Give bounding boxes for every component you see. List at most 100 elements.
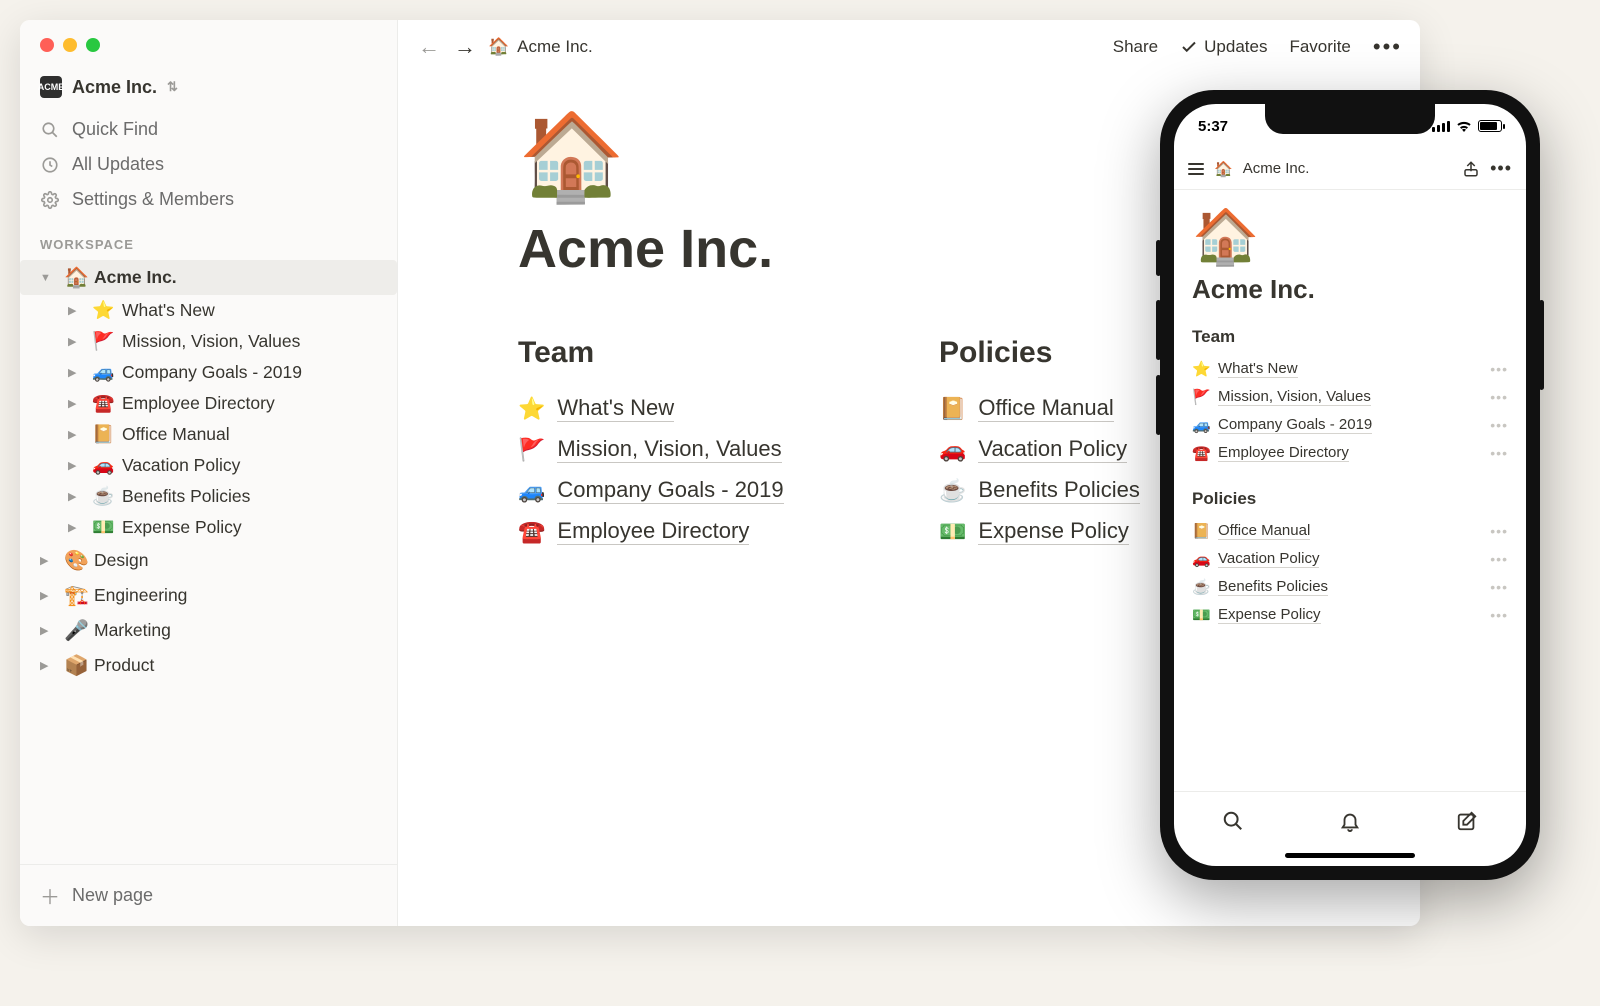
chevron-right-icon[interactable]: ▶ (68, 459, 84, 472)
all-updates-button[interactable]: All Updates (20, 147, 397, 182)
mobile-page-title[interactable]: Acme Inc. (1192, 274, 1508, 305)
chevron-right-icon[interactable]: ▶ (68, 304, 84, 317)
tree-child[interactable]: ▶ 🚗 Vacation Policy (20, 450, 397, 481)
mobile-policies-heading[interactable]: Policies (1192, 489, 1508, 509)
minimize-window-button[interactable] (63, 38, 77, 52)
settings-members-button[interactable]: Settings & Members (20, 182, 397, 217)
home-indicator[interactable] (1285, 853, 1415, 858)
tab-search-button[interactable] (1222, 810, 1244, 832)
chevron-right-icon[interactable]: ▶ (40, 624, 56, 637)
mobile-page-icon[interactable]: 🏠 (1192, 210, 1508, 264)
tree-label: Employee Directory (122, 393, 275, 414)
tree-child[interactable]: ▶ ☎️ Employee Directory (20, 388, 397, 419)
page-emoji-icon: 📔 (92, 424, 114, 445)
quick-find-label: Quick Find (72, 119, 158, 140)
tree-sibling[interactable]: ▶ 🎨 Design (20, 543, 397, 578)
team-link[interactable]: 🚙 Company Goals - 2019 (518, 470, 879, 511)
workspace-switcher[interactable]: ACME Acme Inc. ⇅ (20, 70, 397, 112)
tree-root[interactable]: ▼ 🏠 Acme Inc. (20, 260, 397, 295)
chevron-right-icon[interactable]: ▶ (68, 428, 84, 441)
chevron-right-icon[interactable]: ▶ (68, 366, 84, 379)
mobile-team-link[interactable]: ⭐ What's New ••• (1192, 355, 1508, 383)
team-link[interactable]: ☎️ Employee Directory (518, 511, 879, 552)
link-label: Office Manual (1218, 522, 1310, 540)
row-more-button[interactable]: ••• (1490, 607, 1508, 623)
link-label: What's New (1218, 360, 1298, 378)
chevron-down-icon[interactable]: ▼ (40, 272, 56, 284)
team-link[interactable]: ⭐ What's New (518, 388, 879, 429)
row-more-button[interactable]: ••• (1490, 389, 1508, 405)
chevron-right-icon[interactable]: ▶ (68, 521, 84, 534)
tree-sibling[interactable]: ▶ 📦 Product (20, 648, 397, 683)
tree-child[interactable]: ▶ ☕ Benefits Policies (20, 481, 397, 512)
tree-child[interactable]: ▶ 📔 Office Manual (20, 419, 397, 450)
row-more-button[interactable]: ••• (1490, 445, 1508, 461)
mobile-page-content: 🏠 Acme Inc. Team ⭐ What's New •••🚩 Missi… (1174, 190, 1526, 791)
chevron-right-icon[interactable]: ▶ (68, 335, 84, 348)
mobile-more-button[interactable]: ••• (1490, 158, 1512, 179)
page-emoji-icon: 📦 (64, 653, 86, 678)
phone-mute-switch (1156, 240, 1161, 276)
mobile-policies-link[interactable]: 📔 Office Manual ••• (1192, 517, 1508, 545)
close-window-button[interactable] (40, 38, 54, 52)
mobile-policies-link[interactable]: ☕ Benefits Policies ••• (1192, 573, 1508, 601)
share-button[interactable]: Share (1113, 37, 1158, 57)
search-icon (40, 121, 60, 139)
nav-forward-button[interactable]: → (452, 34, 478, 60)
favorite-button[interactable]: Favorite (1289, 37, 1350, 57)
row-more-button[interactable]: ••• (1490, 551, 1508, 567)
tree-label: Engineering (94, 585, 187, 606)
share-icon[interactable] (1462, 160, 1480, 178)
chevron-right-icon[interactable]: ▶ (68, 490, 84, 503)
wifi-icon (1456, 120, 1472, 132)
updates-button[interactable]: Updates (1180, 37, 1267, 57)
row-more-button[interactable]: ••• (1490, 523, 1508, 539)
chevron-right-icon[interactable]: ▶ (40, 554, 56, 567)
tree-sibling[interactable]: ▶ 🎤 Marketing (20, 613, 397, 648)
chevron-right-icon[interactable]: ▶ (68, 397, 84, 410)
row-more-button[interactable]: ••• (1490, 361, 1508, 377)
tree-sibling[interactable]: ▶ 🏗️ Engineering (20, 578, 397, 613)
new-page-button[interactable]: ＋ New page (20, 864, 397, 926)
phone-mockup: 5:37 🏠 Acme Inc. ••• 🏠 Acme Inc. (1160, 90, 1540, 880)
tree-label: Vacation Policy (122, 455, 240, 476)
quick-find-button[interactable]: Quick Find (20, 112, 397, 147)
chevron-right-icon[interactable]: ▶ (40, 589, 56, 602)
page-emoji-icon: 💵 (92, 517, 114, 538)
tab-compose-button[interactable] (1456, 810, 1478, 832)
row-more-button[interactable]: ••• (1490, 579, 1508, 595)
team-heading[interactable]: Team (518, 336, 879, 370)
team-column: Team ⭐ What's New🚩 Mission, Vision, Valu… (518, 336, 879, 552)
link-label: Employee Directory (557, 518, 749, 545)
tree-child[interactable]: ▶ 🚙 Company Goals - 2019 (20, 357, 397, 388)
mobile-policies-link[interactable]: 💵 Expense Policy ••• (1192, 601, 1508, 629)
row-more-button[interactable]: ••• (1490, 417, 1508, 433)
link-label: Vacation Policy (978, 436, 1127, 463)
breadcrumb[interactable]: 🏠 Acme Inc. (488, 37, 593, 57)
page-emoji-icon: ☎️ (1192, 444, 1210, 462)
mobile-team-link[interactable]: ☎️ Employee Directory ••• (1192, 439, 1508, 467)
mobile-breadcrumb-label[interactable]: Acme Inc. (1243, 160, 1310, 177)
link-label: Expense Policy (978, 518, 1128, 545)
page-emoji-icon: ☎️ (92, 393, 114, 414)
mobile-team-link[interactable]: 🚙 Company Goals - 2019 ••• (1192, 411, 1508, 439)
fullscreen-window-button[interactable] (86, 38, 100, 52)
mobile-policies-section: Policies 📔 Office Manual •••🚗 Vacation P… (1192, 489, 1508, 629)
tree-label: What's New (122, 300, 215, 321)
tree-child[interactable]: ▶ ⭐ What's New (20, 295, 397, 326)
mobile-policies-link[interactable]: 🚗 Vacation Policy ••• (1192, 545, 1508, 573)
tree-child[interactable]: ▶ 💵 Expense Policy (20, 512, 397, 543)
page-emoji-icon: 💵 (1192, 606, 1210, 624)
phone-time: 5:37 (1198, 118, 1228, 135)
mobile-breadcrumb-icon: 🏠 (1214, 160, 1233, 178)
team-link[interactable]: 🚩 Mission, Vision, Values (518, 429, 879, 470)
more-menu-button[interactable]: ••• (1373, 34, 1402, 60)
mobile-team-heading[interactable]: Team (1192, 327, 1508, 347)
tab-notifications-button[interactable] (1339, 810, 1361, 832)
hamburger-menu-button[interactable] (1188, 163, 1204, 175)
tree-child[interactable]: ▶ 🚩 Mission, Vision, Values (20, 326, 397, 357)
chevron-right-icon[interactable]: ▶ (40, 659, 56, 672)
nav-back-button[interactable]: ← (416, 34, 442, 60)
battery-icon (1478, 120, 1502, 132)
mobile-team-link[interactable]: 🚩 Mission, Vision, Values ••• (1192, 383, 1508, 411)
